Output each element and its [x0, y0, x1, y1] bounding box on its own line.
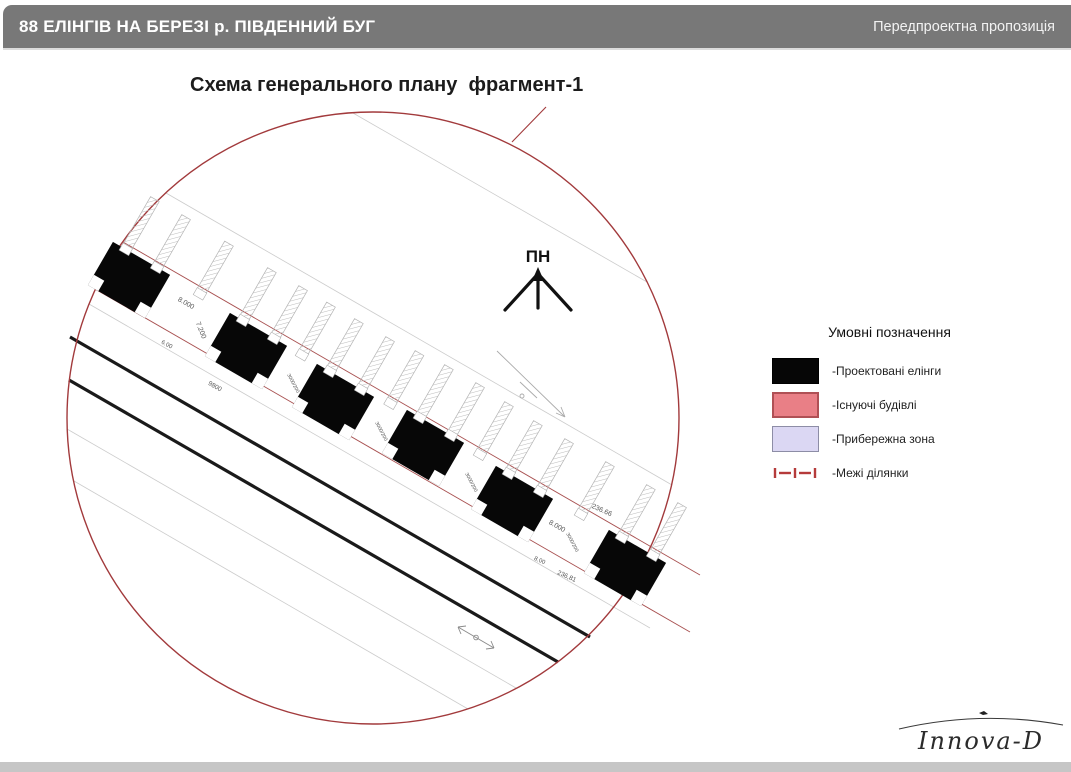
- company-logo: Innova-D: [895, 702, 1067, 760]
- legend-item-label: -Прибережна зона: [832, 432, 935, 446]
- plan-title: Схема генерального плану фрагмент-1: [190, 74, 583, 97]
- dimension-label: 3000/200: [463, 472, 478, 493]
- pier: [119, 196, 160, 255]
- logo-graphic: Innova-D: [895, 702, 1067, 760]
- dimension-label: 236.66: [590, 503, 613, 518]
- dimension-label: 236,81: [556, 569, 577, 584]
- north-arrow-head: [532, 267, 544, 281]
- pier: [150, 214, 191, 273]
- pier: [236, 267, 277, 326]
- legend-item-label: -Існуючі будівлі: [832, 398, 917, 412]
- slide-page: 8.0007.2006.0098003000/2003000/2003000/2…: [0, 0, 1071, 772]
- pier: [502, 420, 543, 479]
- title-leader-line: [512, 107, 546, 142]
- dimension-label: 8.00: [533, 556, 547, 567]
- pier: [533, 438, 574, 497]
- pier: [295, 302, 336, 361]
- header-subtitle: Передпроектна пропозиція: [873, 19, 1055, 35]
- dimension-label: 9800: [207, 380, 223, 393]
- existing-buildings-swatch: [772, 392, 819, 418]
- projected-elings-swatch: [772, 358, 819, 384]
- legend: Умовні позначення -Проектовані елінги -І…: [772, 324, 1007, 488]
- coastal-zone-swatch: [772, 426, 819, 452]
- legend-item-label: -Проектовані елінги: [832, 364, 941, 378]
- dimension-label: 7.200: [194, 321, 207, 340]
- pier: [473, 401, 514, 460]
- page-title: 88 ЕЛІНГІВ НА БЕРЕЗІ р. ПІВДЕННИЙ БУГ: [19, 17, 375, 37]
- logo-arc-diamond: [979, 711, 988, 715]
- pier: [615, 484, 656, 543]
- legend-item-projected: -Проектовані елінги: [772, 358, 1007, 384]
- logo-text: Innova-D: [917, 727, 1044, 755]
- legend-item-label: -Межі ділянки: [832, 466, 908, 480]
- dimension-label: 3000/200: [564, 532, 579, 553]
- header-bar: 88 ЕЛІНГІВ НА БЕРЕЗІ р. ПІВДЕННИЙ БУГ Пе…: [3, 5, 1071, 48]
- site-boundary-swatch: [772, 466, 819, 480]
- legend-item-coastal: -Прибережна зона: [772, 426, 1007, 452]
- fragment-circle: [67, 112, 679, 724]
- dimension-label: 8.000: [176, 296, 195, 311]
- legend-item-boundary: -Межі ділянки: [772, 466, 1007, 480]
- north-arrow: ПН: [505, 247, 571, 310]
- dimension-label: 3000/200: [285, 373, 300, 394]
- pier: [444, 382, 485, 441]
- pier: [193, 241, 234, 300]
- footer-bar: [0, 762, 1071, 772]
- pier: [384, 350, 425, 409]
- road-axis-arrow: [458, 626, 494, 649]
- dimension-label: 3000/200: [373, 421, 388, 442]
- legend-title: Умовні позначення: [772, 324, 1007, 340]
- north-label: ПН: [526, 247, 551, 266]
- pier: [413, 364, 454, 423]
- pier: [646, 502, 687, 561]
- dimension-label: 8.000: [547, 519, 566, 534]
- boundary-dash-icon: [772, 466, 819, 480]
- pier: [267, 285, 308, 344]
- legend-item-existing: -Існуючі будівлі: [772, 392, 1007, 418]
